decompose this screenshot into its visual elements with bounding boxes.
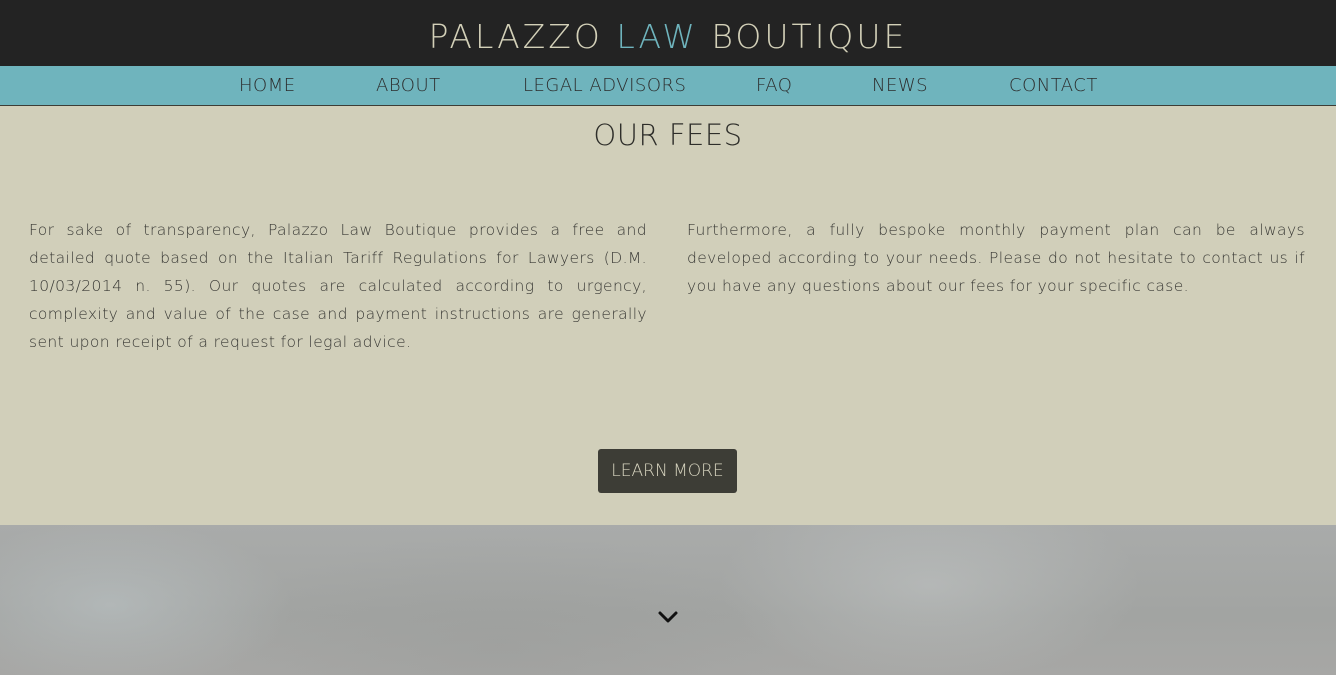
hero-image-section [0, 525, 1336, 675]
nav-item-contact[interactable]: CONTACT [1009, 66, 1098, 105]
nav-item-faq[interactable]: FAQ [756, 66, 792, 105]
learn-more-button[interactable]: LEARN MORE [598, 449, 737, 493]
logo-text-palazzo: PALAZZO [428, 16, 617, 56]
site-header: PALAZZO LAW BOUTIQUE [0, 0, 1336, 66]
fees-section: OUR FEES For sake of transparency, Palaz… [0, 106, 1336, 525]
main-nav: HOME ABOUT LEGAL ADVISORS FAQ NEWS CONTA… [0, 66, 1336, 106]
chevron-down-icon[interactable] [657, 609, 679, 625]
section-title: OUR FEES [593, 118, 743, 152]
nav-item-about[interactable]: ABOUT [376, 66, 441, 105]
nav-item-legal-advisors[interactable]: LEGAL ADVISORS [523, 66, 686, 105]
logo-text-law: LAW [616, 16, 698, 56]
nav-item-home[interactable]: HOME [239, 66, 296, 105]
site-logo[interactable]: PALAZZO LAW BOUTIQUE [429, 11, 908, 56]
fees-text-right: Furthermore, a fully bespoke monthly pay… [687, 221, 1305, 295]
fees-text-left: For sake of transparency, Palazzo Law Bo… [29, 221, 647, 351]
logo-text-boutique: BOUTIQUE [697, 16, 908, 56]
nav-item-news[interactable]: NEWS [872, 66, 928, 105]
